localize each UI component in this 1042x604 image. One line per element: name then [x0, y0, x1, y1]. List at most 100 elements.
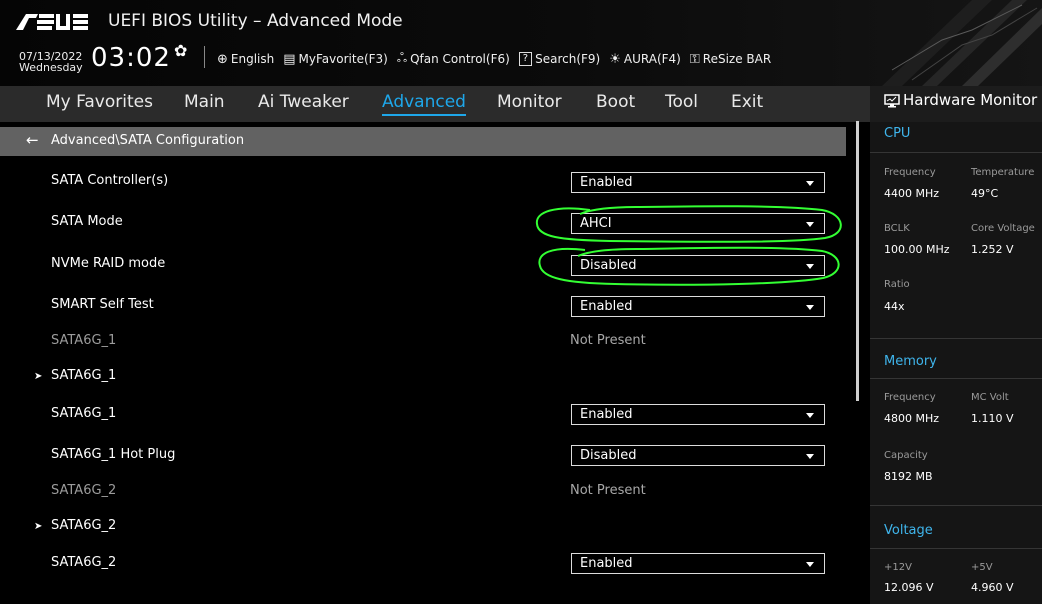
section-divider — [870, 152, 1042, 153]
chevron-down-icon — [806, 264, 814, 269]
chevron-down-icon — [806, 222, 814, 227]
sata6g-2-select[interactable]: Enabled — [571, 553, 825, 574]
mc-volt-label: MC Volt — [971, 392, 1009, 403]
gear-icon[interactable]: ✿ — [174, 41, 187, 60]
aura-label: AURA(F4) — [623, 52, 681, 66]
weekday-text: Wednesday — [19, 61, 83, 74]
section-divider — [870, 338, 1042, 339]
aura-button[interactable]: ☀ AURA(F4) — [609, 52, 681, 67]
submenu-sata6g-2[interactable]: SATA6G_2 — [51, 518, 116, 533]
search-label: Search(F9) — [535, 52, 601, 66]
v5-label: +5V — [971, 562, 993, 573]
select-value: Enabled — [580, 556, 633, 571]
v12-label: +12V — [884, 562, 912, 573]
smart-self-test-select[interactable]: Enabled — [571, 296, 825, 317]
app-title: UEFI BIOS Utility – Advanced Mode — [108, 11, 403, 31]
sata6g-1-status-value: Not Present — [570, 333, 646, 348]
select-value: Disabled — [580, 258, 637, 273]
sata-mode-select[interactable]: AHCI — [571, 213, 825, 234]
memory-heading: Memory — [884, 354, 937, 369]
select-value: Enabled — [580, 175, 633, 190]
hardware-monitor-header: Hardware Monitor — [870, 86, 1042, 122]
cpu-heading: CPU — [884, 126, 911, 141]
sata6g-1-select[interactable]: Enabled — [571, 404, 825, 425]
chevron-down-icon — [806, 181, 814, 186]
chevron-down-icon — [806, 413, 814, 418]
section-divider — [870, 548, 1042, 549]
tab-ai-tweaker[interactable]: Ai Tweaker — [258, 86, 349, 123]
setting-label-smart-self-test: SMART Self Test — [51, 297, 154, 312]
main-nav: My Favorites Main Ai Tweaker Advanced Mo… — [0, 86, 870, 122]
core-voltage-label: Core Voltage — [971, 223, 1035, 234]
submenu-arrow-icon: ➤ — [34, 371, 43, 382]
section-divider — [870, 378, 1042, 379]
settings-scrollbar[interactable] — [856, 121, 859, 401]
tab-main[interactable]: Main — [184, 86, 225, 123]
search-icon: ? — [518, 52, 533, 66]
chevron-down-icon — [806, 305, 814, 310]
tab-my-favorites[interactable]: My Favorites — [46, 86, 153, 123]
resize-bar-button[interactable]: ⚿ ReSize BAR — [690, 52, 771, 67]
sata6g-2-status-value: Not Present — [570, 483, 646, 498]
cpu-temperature-label: Temperature — [971, 167, 1035, 178]
myfavorite-label: MyFavorite(F3) — [298, 52, 388, 66]
v12-value: 12.096 V — [884, 581, 934, 594]
setting-label-nvme-raid-mode: NVMe RAID mode — [51, 256, 166, 271]
chevron-down-icon — [806, 454, 814, 459]
tab-monitor[interactable]: Monitor — [497, 86, 562, 123]
cpu-temperature-value: 49°C — [971, 187, 999, 200]
asus-logo — [16, 14, 88, 30]
search-button[interactable]: ? Search(F9) — [518, 52, 601, 66]
qfan-control-button[interactable]: ஃ Qfan Control(F6) — [397, 51, 510, 67]
chevron-down-icon — [806, 562, 814, 567]
settings-panel: SATA Controller(s) Enabled SATA Mode AHC… — [0, 156, 860, 604]
qfan-label: Qfan Control(F6) — [410, 52, 510, 66]
select-value: Enabled — [580, 407, 633, 422]
back-arrow-icon[interactable]: ← — [26, 131, 39, 149]
resize-bar-icon: ⚿ — [689, 51, 700, 67]
cpu-frequency-value: 4400 MHz — [884, 187, 940, 200]
setting-label-sata-mode: SATA Mode — [51, 214, 123, 229]
tab-boot[interactable]: Boot — [596, 86, 635, 123]
submenu-sata6g-1[interactable]: SATA6G_1 — [51, 368, 116, 383]
setting-label-sata6g-1: SATA6G_1 — [51, 406, 117, 421]
setting-label-sata-controllers: SATA Controller(s) — [51, 173, 169, 188]
bclk-value: 100.00 MHz — [884, 243, 950, 256]
setting-label-sata6g-2: SATA6G_2 — [51, 555, 117, 570]
toolbar: ⊕ English ▤ MyFavorite(F3) ஃ Qfan Contro… — [217, 51, 780, 67]
globe-icon: ⊕ — [217, 51, 228, 67]
language-button[interactable]: ⊕ English — [217, 52, 274, 67]
myfavorite-button[interactable]: ▤ MyFavorite(F3) — [283, 52, 388, 67]
language-label: English — [230, 52, 275, 66]
ratio-value: 44x — [884, 300, 905, 313]
time-display: 03:02 — [91, 43, 171, 73]
fan-icon: ஃ — [396, 51, 408, 66]
capacity-value: 8192 MB — [884, 470, 933, 483]
nvme-raid-mode-select[interactable]: Disabled — [571, 255, 825, 276]
ratio-label: Ratio — [884, 279, 910, 290]
tab-exit[interactable]: Exit — [731, 86, 763, 123]
mc-volt-value: 1.110 V — [971, 412, 1014, 425]
tab-tool[interactable]: Tool — [665, 86, 698, 123]
aura-icon: ☀ — [609, 51, 621, 67]
bclk-label: BCLK — [884, 223, 910, 234]
capacity-label: Capacity — [884, 450, 928, 461]
hardware-monitor-panel: Hardware Monitor CPU Frequency Temperatu… — [870, 86, 1042, 604]
hardware-monitor-title: Hardware Monitor — [903, 91, 1038, 109]
sata-controllers-select[interactable]: Enabled — [571, 172, 825, 193]
breadcrumb-path: Advanced\SATA Configuration — [51, 133, 245, 148]
submenu-arrow-icon: ➤ — [34, 521, 43, 532]
select-value: Disabled — [580, 448, 637, 463]
monitor-icon — [884, 94, 900, 108]
voltage-heading: Voltage — [884, 523, 933, 538]
select-value: Enabled — [580, 299, 633, 314]
select-value: AHCI — [580, 216, 612, 231]
setting-label-sata6g-2-status: SATA6G_2 — [51, 483, 117, 498]
tab-advanced[interactable]: Advanced — [382, 86, 466, 123]
resize-bar-label: ReSize BAR — [702, 52, 772, 66]
setting-label-sata6g-1-status: SATA6G_1 — [51, 333, 117, 348]
sata6g-1-hot-plug-select[interactable]: Disabled — [571, 445, 825, 466]
toolbar-divider — [204, 46, 205, 68]
memory-frequency-value: 4800 MHz — [884, 412, 940, 425]
decorative-stripes — [882, 0, 1042, 86]
